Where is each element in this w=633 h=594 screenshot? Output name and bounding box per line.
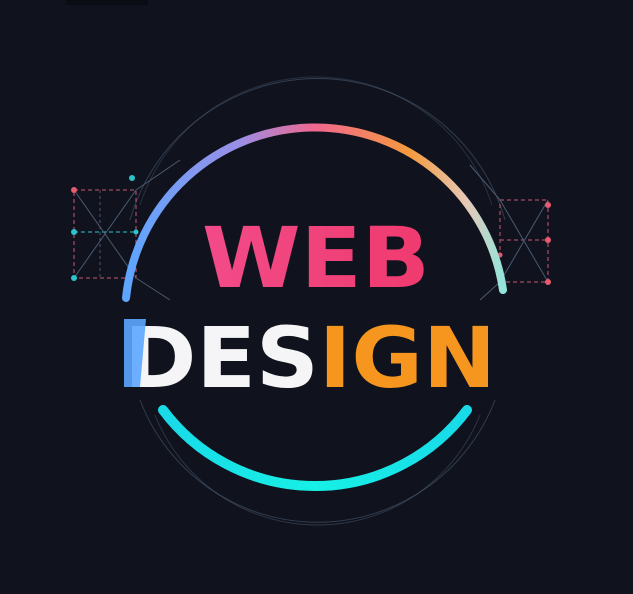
logo-line-web: WEB [202,209,430,307]
bottom-ring-arc [158,405,472,491]
web-design-logo: WEB DESIGN [71,76,551,526]
logo-line-design: DESIGN [124,309,496,407]
logo-canvas: WEB DESIGN [0,0,633,594]
design-part-des: DES [124,309,319,407]
design-part-ign: IGN [319,309,496,407]
